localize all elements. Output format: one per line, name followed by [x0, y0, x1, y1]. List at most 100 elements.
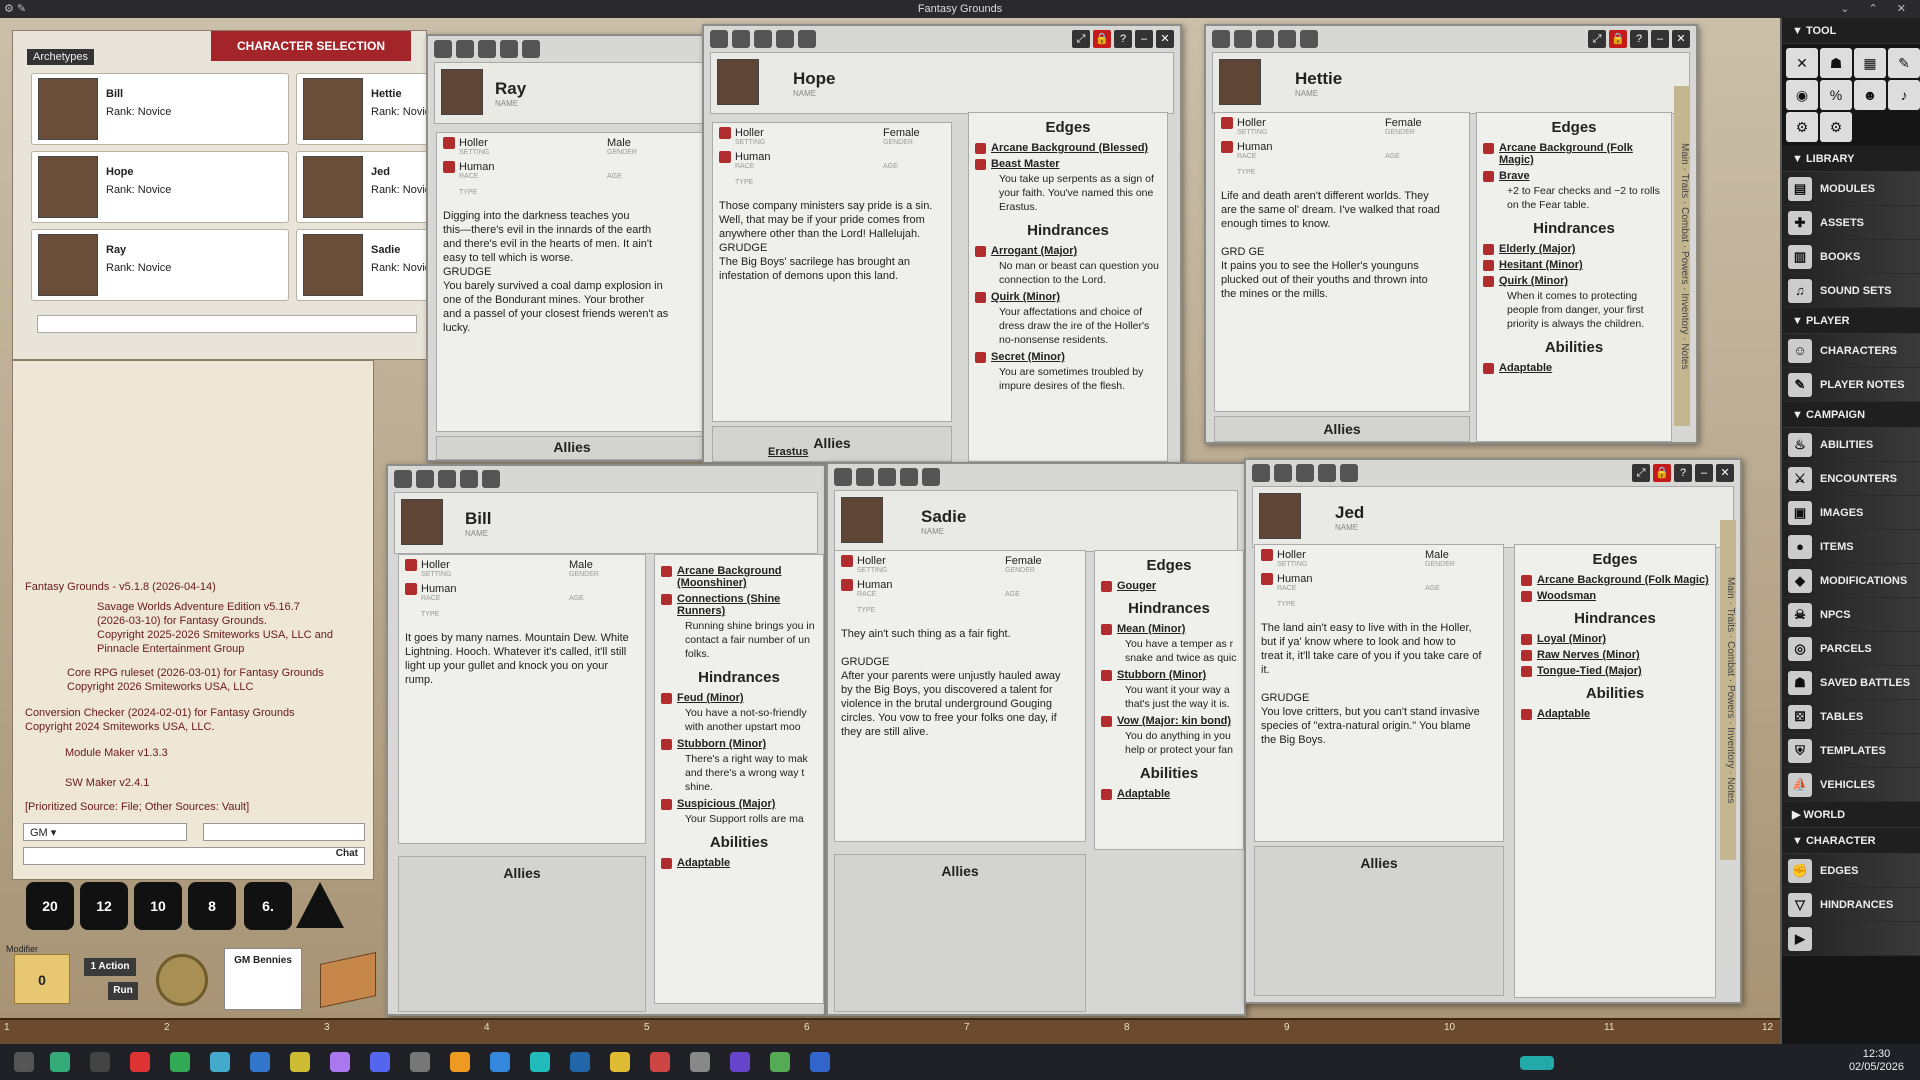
modifier-box[interactable]: 0	[14, 954, 70, 1004]
archetypes-tab[interactable]: Archetypes	[27, 49, 95, 65]
language-select[interactable]	[203, 823, 365, 841]
hindrance-item[interactable]: Arrogant (Major)	[969, 243, 1167, 259]
sidebar-section-tool[interactable]: ▼ TOOL	[1782, 18, 1920, 44]
sidebar-item-books[interactable]: ▥ BOOKS	[1782, 240, 1920, 274]
edge-item[interactable]: Gouger	[1095, 578, 1243, 594]
sheet-side-tabs[interactable]: Main · Traits · Combat · Powers · Invent…	[1720, 520, 1736, 860]
tool-icon[interactable]: ⚙	[1786, 112, 1818, 142]
sidebar-item-encounters[interactable]: ⚔ ENCOUNTERS	[1782, 462, 1920, 496]
start-menu-icon[interactable]	[14, 1052, 34, 1072]
race-value[interactable]: Human	[1237, 141, 1272, 153]
sidebar-item-parcels[interactable]: ◎ PARCELS	[1782, 632, 1920, 666]
search-input[interactable]	[37, 315, 417, 333]
sheet-toolbar[interactable]	[434, 40, 540, 60]
system-clock[interactable]: 12:30 02/05/2026	[1849, 1048, 1904, 1074]
ability-item[interactable]: Adaptable	[1477, 360, 1671, 376]
run-button[interactable]: Run	[108, 982, 138, 1000]
sheet-side-tabs[interactable]: Main · Traits · Combat · Powers · Invent…	[1674, 86, 1690, 426]
app-icon[interactable]	[170, 1052, 190, 1072]
race-value[interactable]: Human	[1277, 573, 1312, 585]
sidebar-item-edges[interactable]: ✊ EDGES	[1782, 854, 1920, 888]
character-name[interactable]: Jed	[1335, 503, 1364, 523]
edge-item[interactable]: Beast Master	[969, 156, 1167, 172]
app-icon[interactable]	[450, 1052, 470, 1072]
bio-text[interactable]: The land ain't easy to live with in the …	[1255, 617, 1503, 751]
sidebar-section-campaign[interactable]: ▼ CAMPAIGN	[1782, 402, 1920, 428]
hindrance-item[interactable]: Loyal (Minor)	[1515, 631, 1715, 647]
character-name[interactable]: Bill	[465, 509, 491, 529]
race-value[interactable]: Human	[459, 161, 494, 173]
hindrance-item[interactable]: Mean (Minor)	[1095, 621, 1243, 637]
hindrance-item[interactable]: Raw Nerves (Minor)	[1515, 647, 1715, 663]
window-controls[interactable]: ⤢ 🔒? – ✕	[1588, 30, 1690, 48]
edge-item[interactable]: Connections (Shine Runners)	[655, 591, 823, 619]
sidebar-item-player-notes[interactable]: ✎ PLAYER NOTES	[1782, 368, 1920, 402]
edge-item[interactable]: Arcane Background (Moonshiner)	[655, 563, 823, 591]
gender-value[interactable]: Male	[607, 137, 631, 149]
benny-token-icon[interactable]	[156, 954, 208, 1006]
race-value[interactable]: Human	[421, 583, 456, 595]
sidebar-item-saved-battles[interactable]: ☗ SAVED BATTLES	[1782, 666, 1920, 700]
setting-value[interactable]: Holler	[421, 559, 450, 571]
sidebar-item-assets[interactable]: ✚ ASSETS	[1782, 206, 1920, 240]
d8-icon[interactable]: 8	[188, 882, 236, 930]
edge-item[interactable]: Woodsman	[1515, 588, 1715, 604]
app-icon[interactable]	[410, 1052, 430, 1072]
gender-value[interactable]: Female	[1005, 555, 1042, 567]
sidebar-item-hindrances[interactable]: ▽ HINDRANCES	[1782, 888, 1920, 922]
sheet-toolbar[interactable]	[1252, 464, 1358, 484]
edge-item[interactable]: Arcane Background (Folk Magic)	[1515, 572, 1715, 588]
app-icon[interactable]	[210, 1052, 230, 1072]
setting-value[interactable]: Holler	[1237, 117, 1266, 129]
tool-icon[interactable]: %	[1820, 80, 1852, 110]
ability-item[interactable]: Adaptable	[1515, 706, 1715, 722]
game-launcher-icon[interactable]	[570, 1052, 590, 1072]
gender-value[interactable]: Female	[1385, 117, 1422, 129]
edge-item[interactable]: Arcane Background (Blessed)	[969, 140, 1167, 156]
sidebar-item-abilities[interactable]: ♨ ABILITIES	[1782, 428, 1920, 462]
chat-app-icon[interactable]	[370, 1052, 390, 1072]
setting-value[interactable]: Holler	[1277, 549, 1306, 561]
app-icon[interactable]	[650, 1052, 670, 1072]
character-name[interactable]: Sadie	[921, 507, 966, 527]
app-icon[interactable]	[50, 1052, 70, 1072]
bio-text[interactable]: Digging into the darkness teaches you thi…	[437, 205, 707, 339]
sidebar-section-world[interactable]: ▶ WORLD	[1782, 802, 1920, 828]
sidebar-item-npcs[interactable]: ☠ NPCS	[1782, 598, 1920, 632]
window-controls[interactable]: ⤢ 🔒? – ✕	[1072, 30, 1174, 48]
app-icon[interactable]	[490, 1052, 510, 1072]
tool-icon[interactable]: ✎	[1888, 48, 1920, 78]
race-value[interactable]: Human	[735, 151, 770, 163]
chat-input[interactable]: Chat	[23, 847, 365, 865]
identity-select[interactable]: GM ▾	[23, 823, 187, 841]
d20-icon[interactable]: 20	[26, 882, 74, 930]
hindrance-item[interactable]: Quirk (Minor)	[969, 289, 1167, 305]
gender-value[interactable]: Male	[1425, 549, 1449, 561]
sidebar-item-images[interactable]: ▣ IMAGES	[1782, 496, 1920, 530]
race-value[interactable]: Human	[857, 579, 892, 591]
app-icon[interactable]	[770, 1052, 790, 1072]
window-controls[interactable]: ⤢ 🔒? – ✕	[1632, 464, 1734, 482]
character-name[interactable]: Hope	[793, 69, 836, 89]
ability-item[interactable]: Adaptable	[655, 855, 823, 871]
sheet-toolbar[interactable]	[394, 470, 500, 490]
tool-icon[interactable]: ☻	[1854, 80, 1886, 110]
app-icon[interactable]	[330, 1052, 350, 1072]
sheet-toolbar[interactable]	[710, 30, 816, 50]
edge-item[interactable]: Arcane Background (Folk Magic)	[1477, 140, 1671, 168]
setting-value[interactable]: Holler	[735, 127, 764, 139]
app-icon[interactable]	[610, 1052, 630, 1072]
d12-icon[interactable]: 12	[80, 882, 128, 930]
browser-icon[interactable]	[130, 1052, 150, 1072]
setting-value[interactable]: Holler	[459, 137, 488, 149]
character-name[interactable]: Hettie	[1295, 69, 1342, 89]
sidebar-play-button[interactable]: ▶	[1782, 922, 1920, 956]
sidebar-item-characters[interactable]: ☺ CHARACTERS	[1782, 334, 1920, 368]
tool-icon[interactable]: ◉	[1786, 80, 1818, 110]
hindrance-item[interactable]: Vow (Major: kin bond)	[1095, 713, 1243, 729]
app-icon[interactable]	[810, 1052, 830, 1072]
sheet-toolbar[interactable]	[1212, 30, 1318, 50]
action-button[interactable]: 1 Action	[84, 958, 136, 976]
tool-icon[interactable]: ▦	[1854, 48, 1886, 78]
window-controls[interactable]: ⌄ ⌃ ✕	[1840, 0, 1914, 18]
